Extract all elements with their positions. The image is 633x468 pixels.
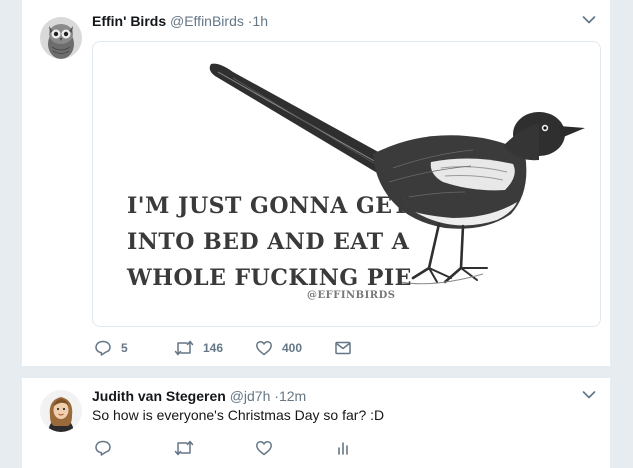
caption-line: I'M JUST GONNA GET — [127, 193, 410, 219]
reply-icon — [95, 340, 111, 356]
avatar[interactable] — [40, 390, 82, 432]
avatar[interactable] — [40, 17, 82, 59]
chevron-down-icon[interactable] — [582, 15, 596, 25]
display-name[interactable]: Effin' Birds — [92, 13, 166, 29]
tweet[interactable]: Judith van Stegeren @jd7h ·12m So how is… — [22, 378, 610, 468]
reply-button[interactable] — [94, 438, 112, 458]
reply-button[interactable]: 5 — [94, 338, 128, 358]
timeline-gutter-right — [610, 0, 633, 468]
like-icon — [256, 340, 272, 356]
timestamp[interactable]: ·1h — [248, 13, 268, 29]
reply-icon — [95, 440, 111, 456]
display-name[interactable]: Judith van Stegeren — [92, 388, 226, 404]
owl-icon — [40, 17, 82, 59]
username[interactable]: @jd7h — [230, 388, 271, 404]
retweet-count: 146 — [203, 341, 224, 355]
tweet[interactable]: Effin' Birds @EffinBirds ·1h I'M JUST GO… — [22, 0, 610, 366]
username[interactable]: @EffinBirds — [170, 13, 244, 29]
timeline-gutter-left — [0, 0, 22, 468]
direct-message-button[interactable] — [334, 338, 352, 358]
retweet-icon — [174, 340, 194, 356]
chevron-down-icon[interactable] — [582, 390, 596, 400]
analytics-icon — [338, 442, 348, 455]
caption-line: INTO BED AND EAT A — [127, 229, 410, 255]
tweet-header: Effin' Birds @EffinBirds ·1h — [92, 12, 268, 30]
message-icon — [335, 341, 351, 355]
watermark: @EFFINBIRDS — [307, 290, 396, 301]
like-count: 400 — [282, 341, 303, 355]
retweet-icon — [174, 440, 194, 456]
like-button[interactable] — [255, 438, 273, 458]
analytics-button[interactable] — [334, 438, 352, 458]
tweet-header: Judith van Stegeren @jd7h ·12m — [92, 387, 306, 405]
image-caption: I'M JUST GONNA GET INTO BED AND EAT A WH… — [127, 188, 411, 296]
like-icon — [256, 440, 272, 456]
retweet-button[interactable] — [174, 438, 194, 458]
tweet-text: So how is everyone's Christmas Day so fa… — [92, 407, 385, 423]
reply-count: 5 — [121, 341, 128, 355]
media-image[interactable]: I'M JUST GONNA GET INTO BED AND EAT A WH… — [92, 41, 601, 327]
like-button[interactable]: 400 — [255, 338, 302, 358]
timestamp[interactable]: ·12m — [274, 388, 306, 404]
retweet-button[interactable]: 146 — [174, 338, 223, 358]
profile-portrait-icon — [40, 390, 82, 432]
